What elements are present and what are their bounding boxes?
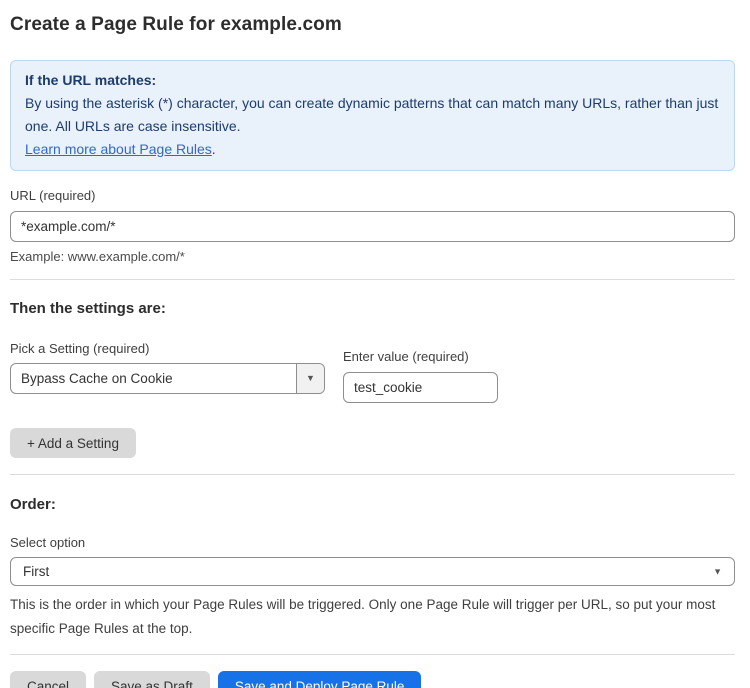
setting-value-column: Enter value (required) — [343, 349, 498, 403]
page-rule-form: Create a Page Rule for example.com If th… — [0, 14, 750, 688]
order-help-text: This is the order in which your Page Rul… — [10, 593, 732, 641]
url-example-text: Example: www.example.com/* — [10, 249, 735, 264]
page-title: Create a Page Rule for example.com — [10, 14, 735, 36]
order-heading: Order: — [10, 496, 735, 513]
value-label: Enter value (required) — [343, 349, 498, 364]
order-select[interactable]: First ▼ — [10, 557, 735, 586]
divider — [10, 474, 735, 475]
chevron-down-icon: ▼ — [306, 374, 315, 383]
save-as-draft-button[interactable]: Save as Draft — [94, 671, 210, 688]
setting-select-arrow-button[interactable]: ▼ — [296, 364, 324, 393]
info-box-body: By using the asterisk (*) character, you… — [25, 92, 720, 138]
info-box-heading: If the URL matches: — [25, 69, 720, 92]
learn-more-link[interactable]: Learn more about Page Rules — [25, 141, 212, 157]
setting-select[interactable]: Bypass Cache on Cookie ▼ — [10, 363, 325, 394]
link-period: . — [212, 141, 216, 157]
chevron-down-icon: ▼ — [713, 567, 722, 576]
add-setting-button[interactable]: + Add a Setting — [10, 428, 136, 458]
divider — [10, 654, 735, 655]
settings-row: Pick a Setting (required) Bypass Cache o… — [10, 341, 735, 403]
divider — [10, 279, 735, 280]
form-actions: Cancel Save as Draft Save and Deploy Pag… — [10, 671, 735, 688]
cancel-button[interactable]: Cancel — [10, 671, 86, 688]
url-matches-info-box: If the URL matches: By using the asteris… — [10, 60, 735, 171]
order-select-label: Select option — [10, 535, 735, 550]
url-label: URL (required) — [10, 188, 735, 203]
order-select-value: First — [11, 558, 734, 585]
setting-select-value: Bypass Cache on Cookie — [11, 364, 296, 393]
setting-label: Pick a Setting (required) — [10, 341, 325, 356]
setting-value-input[interactable] — [343, 372, 498, 403]
url-input[interactable] — [10, 211, 735, 242]
settings-heading: Then the settings are: — [10, 300, 735, 317]
setting-picker-column: Pick a Setting (required) Bypass Cache o… — [10, 341, 325, 394]
save-and-deploy-button[interactable]: Save and Deploy Page Rule — [218, 671, 422, 688]
info-box-link-line: Learn more about Page Rules. — [25, 138, 720, 161]
